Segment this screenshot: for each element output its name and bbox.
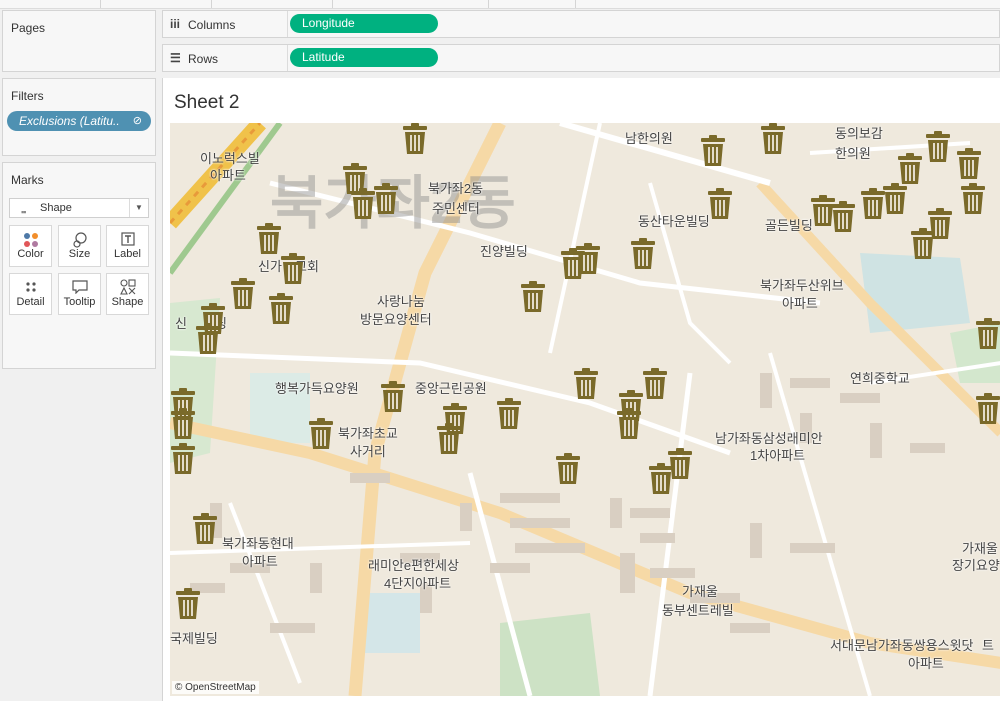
columns-shelf[interactable]: iii Columns Longitude (162, 10, 1000, 38)
map-place-label: 아파트 (210, 168, 246, 183)
mark-type-dropdown[interactable]: ▪▪ Shape ▼ (9, 198, 149, 218)
map-place-label: 4단지아파트 (384, 576, 452, 591)
tooltip-label: Tooltip (63, 296, 96, 308)
map-place-label: 한의원 (835, 146, 871, 161)
toolbar-tab[interactable] (489, 0, 576, 8)
map-place-label: 동의보감 (835, 126, 883, 141)
link-icon: ⊘ (132, 115, 142, 127)
map-place-label: 아파트 (782, 296, 818, 311)
shelf-divider (287, 45, 288, 71)
marks-label-button[interactable]: Label (106, 225, 149, 267)
map-place-label: 주민센터 (432, 201, 480, 216)
filters-title: Filters (11, 89, 44, 103)
shape-type-icon: ▪▪ (21, 207, 26, 217)
map-place-label: 서대문남가좌동쌍용스윗닷 (830, 638, 974, 653)
marks-detail-button[interactable]: Detail (9, 273, 52, 315)
toolbar-tab[interactable] (212, 0, 333, 8)
label-label: Label (114, 248, 141, 260)
tooltip-icon (59, 274, 100, 296)
map-place-label: 트 (982, 638, 994, 653)
map-place-label: 신가 (258, 259, 282, 274)
toolbar-tab[interactable] (101, 0, 212, 8)
rows-icon: ☰ (170, 51, 181, 65)
marks-tooltip-button[interactable]: Tooltip (58, 273, 101, 315)
filter-pill-label: Exclusions (Latitu.. (19, 114, 120, 128)
color-label: Color (17, 248, 44, 260)
detail-icon (10, 274, 51, 296)
columns-icon: iii (170, 17, 181, 31)
map-place-label: 북가좌초교 (338, 426, 398, 441)
pages-title: Pages (11, 21, 46, 35)
label-icon (107, 226, 148, 248)
toolbar-strip (0, 0, 1000, 9)
marks-shape-button[interactable]: Shape (106, 273, 149, 315)
map-place-label: 1차아파트 (750, 448, 806, 463)
map-place-label: 아파트 (242, 554, 278, 569)
map-place-label: 동산타운빌딩 (638, 214, 710, 229)
marks-size-button[interactable]: Size (58, 225, 101, 267)
toolbar-tab[interactable] (333, 0, 489, 8)
map-place-label: 골든빌딩 (765, 218, 813, 233)
map-place-label: 아파트 (908, 656, 944, 671)
map-place-label: 연희중학교 (850, 371, 910, 386)
rows-shelf[interactable]: ☰ Rows Latitude (162, 44, 1000, 72)
map-place-label: 래미안e편한세상 (368, 558, 459, 573)
toolbar-tab[interactable] (0, 0, 101, 8)
shape-label: Shape (111, 296, 144, 308)
map-place-label: 북가좌2동 (428, 181, 484, 196)
map-place-label: 남한의원 (625, 131, 673, 146)
marks-color-button[interactable]: Color (9, 225, 52, 267)
marks-title: Marks (11, 173, 44, 187)
shelf-divider (287, 11, 288, 37)
map-place-label: 행복가득요양원 (275, 381, 359, 396)
map-attribution[interactable]: © OpenStreetMap (172, 681, 259, 694)
map-place-label: 사랑나눔 (377, 294, 425, 309)
shape-icon (107, 274, 148, 296)
columns-label: Columns (188, 18, 236, 32)
map-place-label: 북가좌두산위브 (760, 278, 844, 293)
exclusions-filter-pill[interactable]: Exclusions (Latitu.. ⊘ (7, 111, 151, 131)
map-place-label: 장기요양 (952, 558, 1000, 573)
mark-type-label: Shape (40, 202, 72, 214)
map-place-label: 중앙근린공원 (415, 381, 487, 396)
map-place-label: 북가좌동현대 (222, 536, 294, 551)
map-place-label: 동부센트레빌 (662, 603, 734, 618)
map-view[interactable]: 북가좌2동 남한의원동의보감한의원이노럭스빌아파트북가좌2동주민센터동산타운빌딩… (170, 123, 1000, 696)
detail-label: Detail (16, 296, 45, 308)
map-place-label: 국제빌딩 (170, 631, 218, 646)
latitude-pill[interactable]: Latitude (290, 48, 438, 67)
chevron-down-icon[interactable]: ▼ (129, 199, 148, 217)
map-place-label: 방문요양센터 (360, 312, 432, 327)
sheet-title[interactable]: Sheet 2 (174, 92, 240, 114)
map-place-label: 신 (175, 316, 187, 331)
worksheet: Sheet 2 남한의원 동의보감 한의원 이노럭스빌 아파트 북가좌2동 주민… (162, 78, 1000, 701)
size-label: Size (68, 248, 91, 260)
size-icon (59, 226, 100, 248)
pages-card[interactable]: Pages (2, 10, 156, 72)
map-place-label: 가재울 (682, 584, 718, 599)
rows-label: Rows (188, 52, 219, 66)
map-place-label: 진양빌딩 (480, 244, 528, 259)
longitude-pill[interactable]: Longitude (290, 14, 438, 33)
map-place-label: 사거리 (350, 444, 386, 459)
color-icon (10, 226, 51, 248)
